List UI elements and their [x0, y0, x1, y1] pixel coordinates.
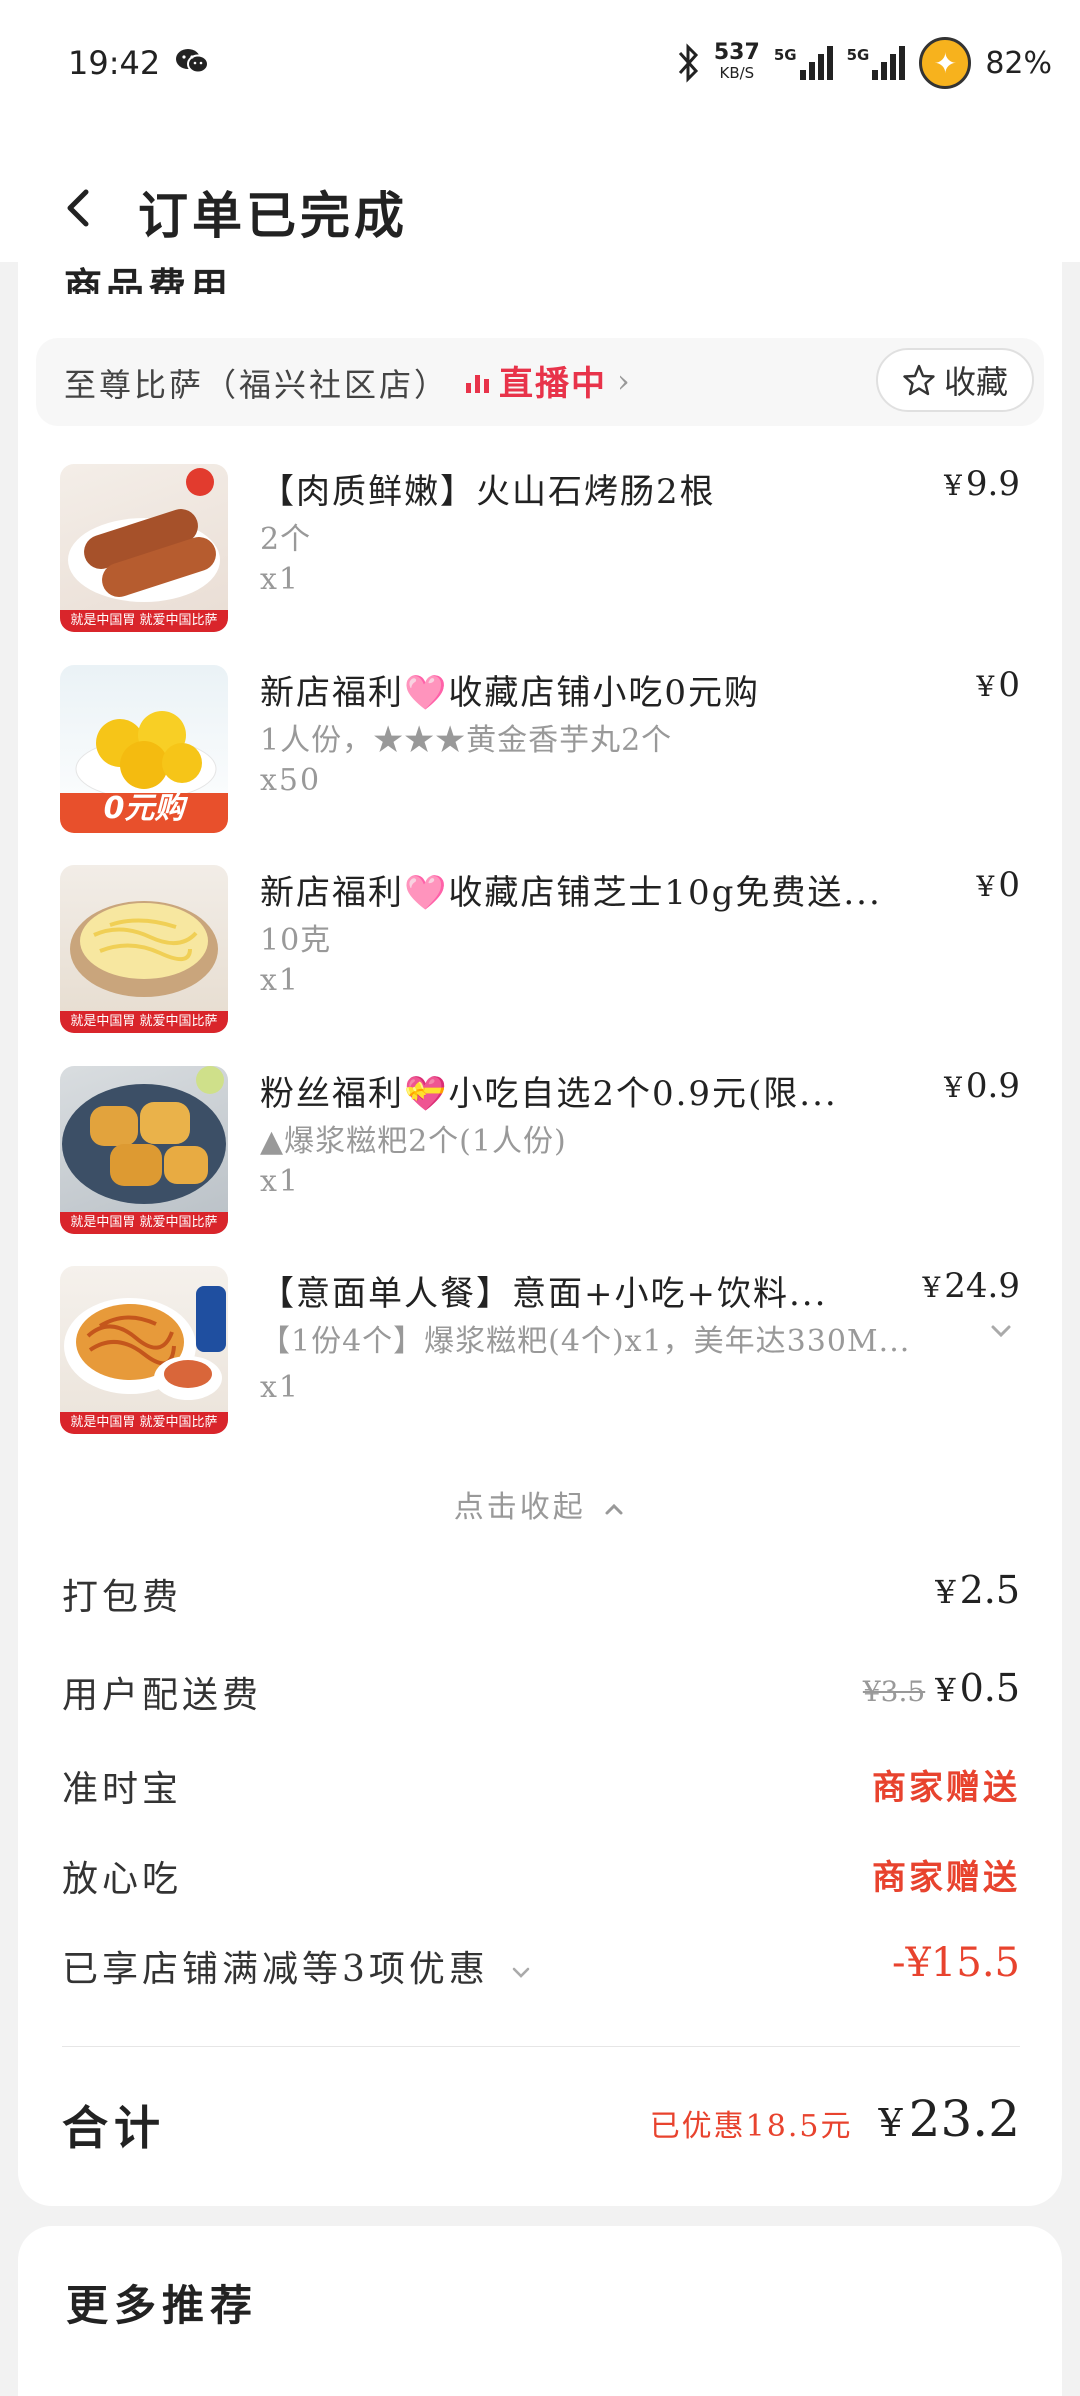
- star-outline-icon: [903, 364, 935, 396]
- signal-2: 5G: [847, 46, 906, 80]
- chevron-down-icon: [513, 1967, 530, 1978]
- page-title: 订单已完成: [138, 186, 408, 245]
- wechat-icon: [176, 49, 209, 74]
- item-spec: 2个: [260, 522, 312, 557]
- shop-bar[interactable]: 至尊比萨（福兴社区店） 直播中 › 收藏: [36, 338, 1044, 426]
- item-name: 【肉质鲜嫩】火山石烤肠2根: [260, 472, 716, 512]
- item-price: ¥9.9: [944, 464, 1020, 504]
- item-spec: ▲爆浆糍粑2个(1人份): [260, 1124, 567, 1159]
- item-thumbnail-fried-cakes: 就是中国胃 就爱中国比萨: [60, 1066, 228, 1234]
- divider: [62, 2046, 1020, 2047]
- fee-row-packing: 打包费 ¥2.5: [62, 1568, 1020, 1618]
- item-name: 【意面单人餐】意面+小吃+饮料...: [260, 1274, 828, 1314]
- section-title-goods-fee: 商品费用: [64, 264, 233, 294]
- zero-yuan-badge: 0元购: [103, 791, 185, 826]
- item-name: 粉丝福利💝小吃自选2个0.9元(限...: [260, 1074, 838, 1114]
- pasta-meal-image: [64, 1286, 226, 1400]
- order-item[interactable]: 就是中国胃 就爱中国比萨 粉丝福利💝小吃自选2个0.9元(限... ¥0.9 ▲…: [60, 1066, 1020, 1236]
- collapse-items-button[interactable]: 点击收起: [0, 1482, 1080, 1526]
- item-price: ¥0: [976, 665, 1020, 705]
- expand-spec-icon[interactable]: [988, 1318, 1014, 1344]
- status-bar: 19:42 537 KB/S 5G 5G ✦ 82%: [0, 0, 1080, 130]
- live-label: 直播中: [499, 364, 607, 404]
- total-saved: 已优惠18.5元: [649, 2109, 853, 2144]
- live-bars-icon: [466, 369, 489, 393]
- signal-1: 5G: [774, 46, 833, 80]
- item-price: ¥24.9: [922, 1266, 1020, 1306]
- original-delivery-fee: ¥3.5: [862, 1675, 926, 1708]
- net-speed: 537 KB/S: [713, 40, 760, 83]
- status-right: 537 KB/S 5G 5G ✦ 82%: [676, 37, 1052, 89]
- chevron-right-icon: ›: [617, 361, 632, 400]
- cheese-image: [70, 901, 218, 997]
- shop-name[interactable]: 至尊比萨（福兴社区店）: [64, 360, 449, 406]
- favorite-label: 收藏: [943, 363, 1008, 401]
- item-spec: 1人份，★★★黄金香芋丸2个: [260, 723, 673, 758]
- favorite-button[interactable]: 收藏: [876, 348, 1034, 412]
- item-thumbnail-sausage: 就是中国胃 就爱中国比萨: [60, 464, 228, 632]
- app-coin-icon: ✦: [919, 37, 972, 89]
- order-item[interactable]: 就是中国胃 就爱中国比萨 【意面单人餐】意面+小吃+饮料... ¥24.9 【1…: [60, 1266, 1020, 1436]
- status-time: 19:42: [68, 44, 161, 82]
- order-item[interactable]: 0元购 新店福利🩷收藏店铺小吃0元购 ¥0 1人份，★★★黄金香芋丸2个 x50: [60, 665, 1020, 835]
- item-price: ¥0: [976, 865, 1020, 905]
- live-badge[interactable]: 直播中 ›: [466, 356, 632, 405]
- back-arrow-icon[interactable]: [58, 186, 102, 230]
- item-name: 新店福利🩷收藏店铺芝士10g免费送...: [260, 873, 882, 913]
- item-spec: 10克: [260, 923, 332, 958]
- fried-cakes-image: [62, 1066, 226, 1204]
- item-quantity: x50: [260, 763, 322, 798]
- fee-row-delivery: 用户配送费 ¥3.5 ¥0.5: [62, 1666, 1020, 1716]
- order-item[interactable]: 就是中国胃 就爱中国比萨 新店福利🩷收藏店铺芝士10g免费送... ¥0 10克…: [60, 865, 1020, 1035]
- recommendations-title: 更多推荐: [66, 2281, 259, 2330]
- item-thumbnail-pasta-meal: 就是中国胃 就爱中国比萨: [60, 1266, 228, 1434]
- fee-row-discount[interactable]: 已享店铺满减等3项优惠 -¥15.5: [62, 1940, 1020, 1990]
- fee-row-ontime: 准时宝 商家赠送: [62, 1768, 1020, 1810]
- chevron-up-icon: [605, 1503, 623, 1515]
- total-amount: ¥23.2: [878, 2090, 1020, 2148]
- item-price: ¥0.9: [944, 1066, 1020, 1106]
- item-quantity: x1: [260, 963, 301, 998]
- battery-level: 82%: [985, 45, 1052, 81]
- fee-row-safe-eat: 放心吃 商家赠送: [62, 1858, 1020, 1900]
- total-label: 合计: [62, 2101, 166, 2155]
- item-thumbnail-taro-balls: 0元购: [60, 665, 228, 833]
- item-name: 新店福利🩷收藏店铺小吃0元购: [260, 673, 760, 713]
- sausage-image: [68, 468, 220, 602]
- bluetooth-icon: [678, 43, 698, 83]
- item-quantity: x1: [260, 562, 301, 597]
- item-quantity: x1: [260, 1164, 301, 1199]
- order-item[interactable]: 就是中国胃 就爱中国比萨 【肉质鲜嫩】火山石烤肠2根 ¥9.9 2个 x1: [60, 464, 1020, 634]
- item-spec: 【1份4个】爆浆糍粑(4个)x1，美年达330M...: [260, 1324, 911, 1359]
- item-thumbnail-cheese: 就是中国胃 就爱中国比萨: [60, 865, 228, 1033]
- total-summary: 已优惠18.5元 ¥23.2: [650, 2090, 1020, 2148]
- item-quantity: x1: [260, 1370, 301, 1405]
